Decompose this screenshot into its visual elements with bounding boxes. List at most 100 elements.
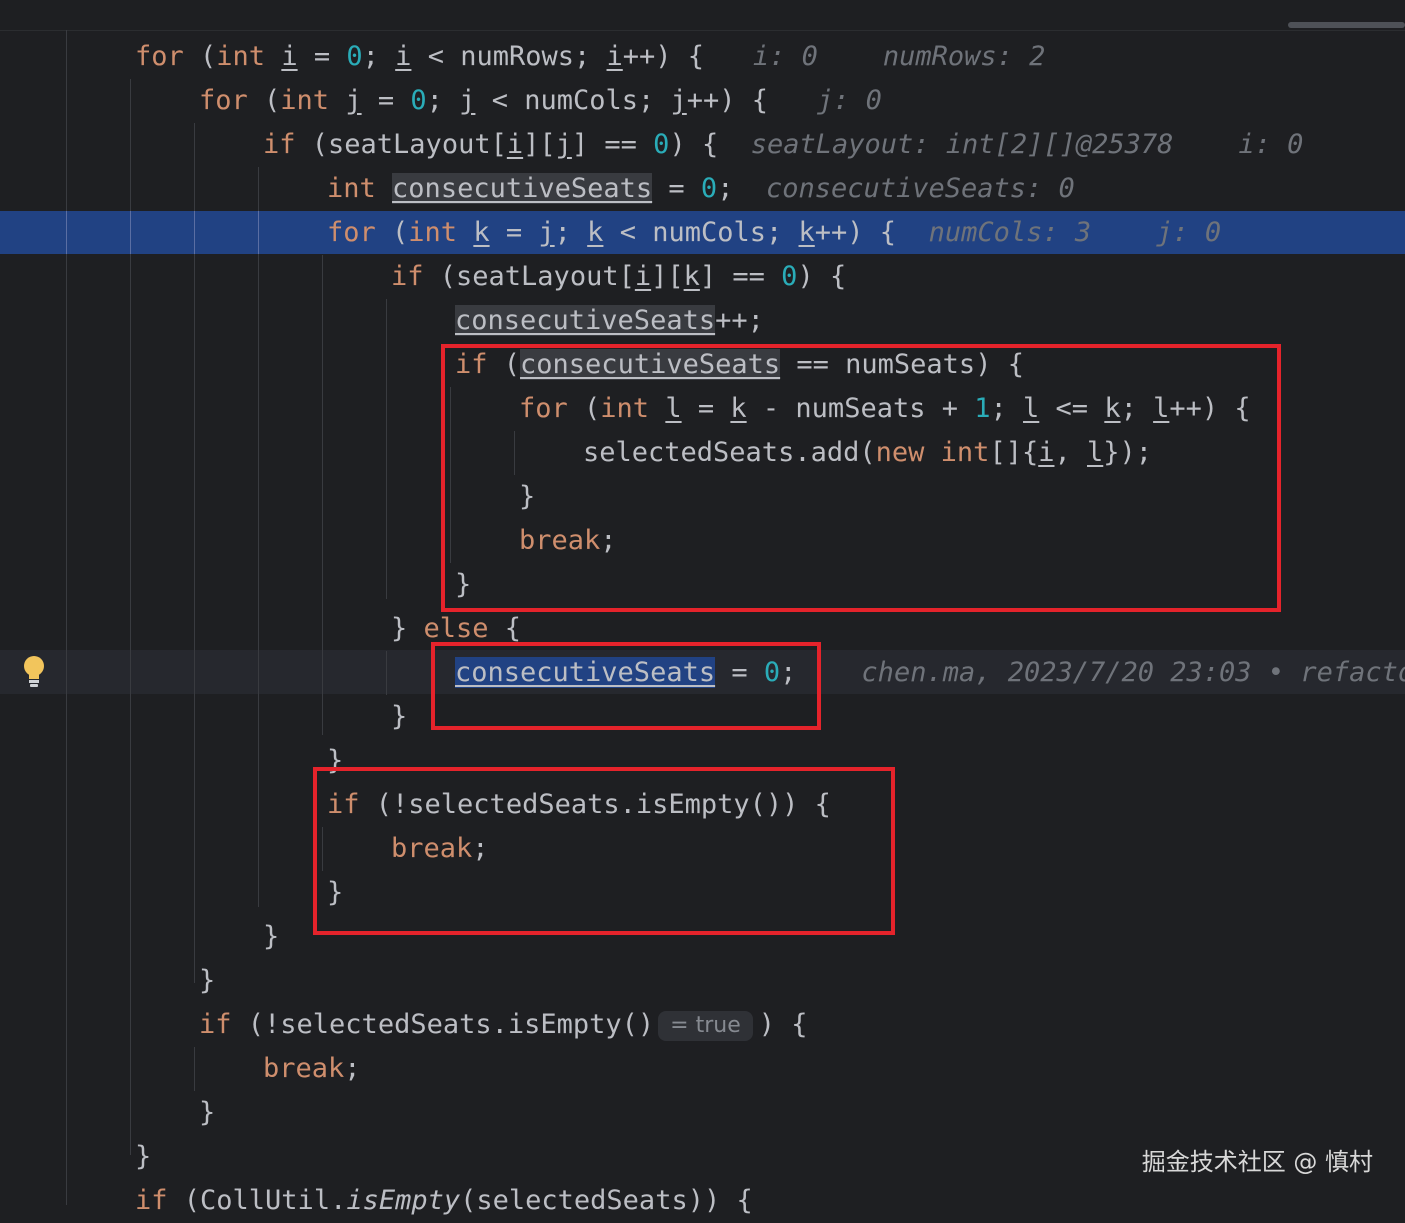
indent-guide xyxy=(66,30,67,1205)
code-line[interactable]: selectedSeats.add(new int[]{i, l}); xyxy=(583,431,1152,475)
code-line[interactable]: if (!selectedSeats.isEmpty()) { xyxy=(327,783,831,827)
variable-token: j xyxy=(670,85,687,116)
variable-token: k xyxy=(798,217,815,248)
keyword-token: if xyxy=(455,349,488,380)
code-line[interactable]: consecutiveSeats = 0; chen.ma, 2023/7/20… xyxy=(455,651,1405,695)
code-text: ( xyxy=(567,393,601,424)
number-token: 0 xyxy=(410,85,427,116)
code-line[interactable]: if (seatLayout[i][k] == 0) { xyxy=(391,255,846,299)
variable-token: k xyxy=(473,217,490,248)
indent-guide xyxy=(194,211,195,254)
code-line[interactable]: if (consecutiveSeats == numSeats) { xyxy=(455,343,1024,387)
code-text: ( xyxy=(487,349,521,380)
code-line[interactable]: break; xyxy=(391,827,489,871)
lightbulb-icon[interactable] xyxy=(22,655,46,689)
editor-top-edge xyxy=(0,0,1405,31)
keyword-token: break xyxy=(263,1053,345,1084)
variable-token: i xyxy=(281,41,298,72)
indent-guide xyxy=(194,1047,195,1091)
indent-guide xyxy=(66,211,67,254)
code-text: ++) { xyxy=(1169,393,1251,424)
code-line[interactable]: } xyxy=(391,695,407,739)
code-text: (!selectedSeats.isEmpty() xyxy=(231,1009,655,1040)
variable-token: l xyxy=(665,393,682,424)
code-line[interactable]: } xyxy=(199,959,215,1003)
variable-token: consecutiveSeats xyxy=(392,173,653,204)
code-text: ; xyxy=(600,525,617,556)
variable-token: k xyxy=(730,393,747,424)
code-line[interactable]: for (int k = j; k < numCols; k++) { numC… xyxy=(327,211,1221,255)
code-line[interactable]: } xyxy=(519,475,535,519)
code-text: ++) { xyxy=(622,41,705,72)
code-line[interactable]: for (int j = 0; j < numCols; j++) { j: 0 xyxy=(199,79,882,123)
number-token: 0 xyxy=(700,173,718,204)
keyword-token: int xyxy=(327,173,376,204)
keyword-token: for xyxy=(327,217,376,248)
indent-guide xyxy=(258,211,259,254)
code-line[interactable]: } else { xyxy=(391,607,521,651)
inline-debug-value: i: 0 numRows: 2 xyxy=(704,41,1046,72)
keyword-token: if xyxy=(327,789,360,820)
variable-token: i xyxy=(1038,437,1055,468)
code-text: } xyxy=(455,569,472,600)
number-token: 1 xyxy=(974,393,991,424)
keyword-token: if xyxy=(263,129,296,160)
code-line[interactable]: consecutiveSeats++; xyxy=(455,299,764,343)
code-text: ++; xyxy=(715,305,764,336)
code-line[interactable]: } xyxy=(327,739,343,783)
inline-debug-value: seatLayout: int[2][]@25378 i: 0 xyxy=(718,129,1304,160)
code-line[interactable]: break; xyxy=(519,519,617,563)
keyword-token: break xyxy=(391,833,473,864)
code-line[interactable]: for (int i = 0; i < numRows; i++) { i: 0… xyxy=(135,35,1045,79)
code-text: ; xyxy=(554,217,588,248)
variable-token: l xyxy=(1153,393,1170,424)
code-text: } xyxy=(263,921,280,952)
code-line[interactable]: } xyxy=(263,915,279,959)
code-line[interactable]: int consecutiveSeats = 0; consecutiveSea… xyxy=(327,167,1075,211)
code-line[interactable]: } xyxy=(327,871,343,915)
code-text: ( xyxy=(183,41,217,72)
code-text: ; xyxy=(717,173,734,204)
variable-token: l xyxy=(1023,393,1040,424)
indent-guide xyxy=(386,299,387,599)
code-text: <= xyxy=(1039,393,1105,424)
indent-guide xyxy=(322,255,323,735)
horizontal-scrollbar-thumb[interactable] xyxy=(1288,22,1405,28)
code-line[interactable]: } xyxy=(455,563,471,607)
code-text: selectedSeats.add( xyxy=(583,437,876,468)
inline-debug-value: consecutiveSeats: 0 xyxy=(733,173,1075,204)
keyword-token: int xyxy=(216,41,266,72)
code-text: = xyxy=(489,217,539,248)
code-line[interactable]: break; xyxy=(263,1047,361,1091)
indent-guide xyxy=(322,827,323,871)
keyword-token: new xyxy=(875,437,925,468)
code-line[interactable]: for (int l = k - numSeats + 1; l <= k; l… xyxy=(519,387,1251,431)
code-text: ) { xyxy=(797,261,847,292)
code-text: == numSeats) { xyxy=(780,349,1024,380)
keyword-token: if xyxy=(391,261,424,292)
code-line[interactable]: if (seatLayout[i][j] == 0) { seatLayout:… xyxy=(263,123,1303,167)
variable-token: i xyxy=(395,41,412,72)
code-text: ++) { xyxy=(686,85,769,116)
code-text: } xyxy=(327,877,344,908)
code-text: ][ xyxy=(523,129,556,160)
number-token: 0 xyxy=(763,657,781,688)
code-text: ) { xyxy=(669,129,719,160)
variable-token: j xyxy=(459,85,476,116)
inlay-hint-badge[interactable]: = true xyxy=(658,1010,753,1041)
number-token: 0 xyxy=(781,261,798,292)
inline-debug-value: j: 0 xyxy=(768,85,882,116)
code-text: = xyxy=(361,85,411,116)
code-line[interactable]: if (!selectedSeats.isEmpty() = true) { xyxy=(199,1003,808,1047)
variable-token: i xyxy=(506,129,524,160)
code-line[interactable]: } xyxy=(135,1135,151,1179)
code-line[interactable]: } xyxy=(199,1091,215,1135)
code-line[interactable]: if (CollUtil.isEmpty(selectedSeats)) { xyxy=(135,1179,753,1223)
variable-token: l xyxy=(1087,437,1104,468)
code-text: []{ xyxy=(989,437,1039,468)
